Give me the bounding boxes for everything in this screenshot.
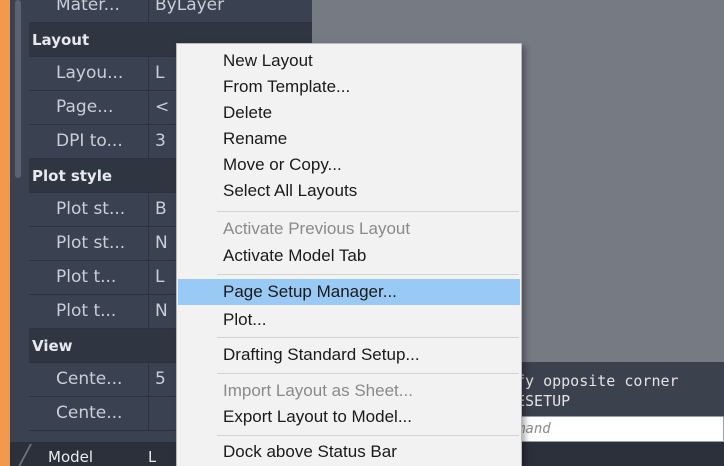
- property-key: Layou...: [29, 57, 149, 90]
- property-key: Cente...: [29, 397, 149, 430]
- tab-divider: [14, 444, 32, 466]
- menu-item-page-setup-manager[interactable]: Page Setup Manager...: [178, 279, 520, 305]
- menu-item-delete[interactable]: Delete: [178, 100, 520, 126]
- menu-item-from-template[interactable]: From Template...: [178, 74, 520, 100]
- menu-item-rename[interactable]: Rename: [178, 126, 520, 152]
- menu-item-plot[interactable]: Plot...: [178, 307, 520, 333]
- property-key: Cente...: [29, 363, 149, 396]
- menu-item-export-layout-to-model[interactable]: Export Layout to Model...: [178, 404, 520, 430]
- command-input[interactable]: [510, 416, 724, 442]
- property-key: Page...: [29, 91, 149, 124]
- command-history-line: ESETUP: [516, 392, 571, 410]
- palette-scrollbar[interactable]: [15, 0, 21, 178]
- menu-separator: [217, 211, 519, 212]
- tab-layout1[interactable]: L: [148, 444, 156, 466]
- property-key: Plot st...: [29, 227, 149, 260]
- property-row-material[interactable]: Mater... ByLayer: [29, 0, 312, 23]
- menu-item-new-layout[interactable]: New Layout: [178, 48, 520, 74]
- property-key: Plot t...: [29, 295, 149, 328]
- menu-item-move-or-copy[interactable]: Move or Copy...: [178, 152, 520, 178]
- menu-item-select-all-layouts[interactable]: Select All Layouts: [178, 178, 520, 204]
- layout-context-menu: New Layout From Template... Delete Renam…: [176, 43, 522, 466]
- property-key: Plot st...: [29, 193, 149, 226]
- menu-item-activate-previous-layout: Activate Previous Layout: [223, 219, 411, 238]
- command-history-line: fy opposite corner: [516, 372, 679, 390]
- menu-separator: [217, 337, 519, 338]
- menu-item-drafting-standard-setup[interactable]: Drafting Standard Setup...: [178, 342, 520, 368]
- menu-item-activate-model-tab[interactable]: Activate Model Tab: [178, 243, 520, 269]
- property-key: DPI to...: [29, 125, 149, 158]
- tab-model[interactable]: Model: [48, 444, 93, 466]
- property-key: Mater...: [29, 0, 149, 22]
- menu-separator: [217, 373, 519, 374]
- property-value[interactable]: ByLayer: [149, 0, 312, 22]
- menu-separator: [217, 435, 519, 436]
- command-history: fy opposite corner ESETUP: [510, 362, 724, 416]
- menu-separator: [217, 274, 519, 275]
- property-key: Plot t...: [29, 261, 149, 294]
- menu-item-import-layout-as-sheet: Import Layout as Sheet...: [223, 381, 413, 400]
- menu-item-dock-above-status-bar[interactable]: Dock above Status Bar: [178, 439, 520, 465]
- autocad-window: Mater... ByLayer Layout Layou... L Page.…: [10, 0, 724, 466]
